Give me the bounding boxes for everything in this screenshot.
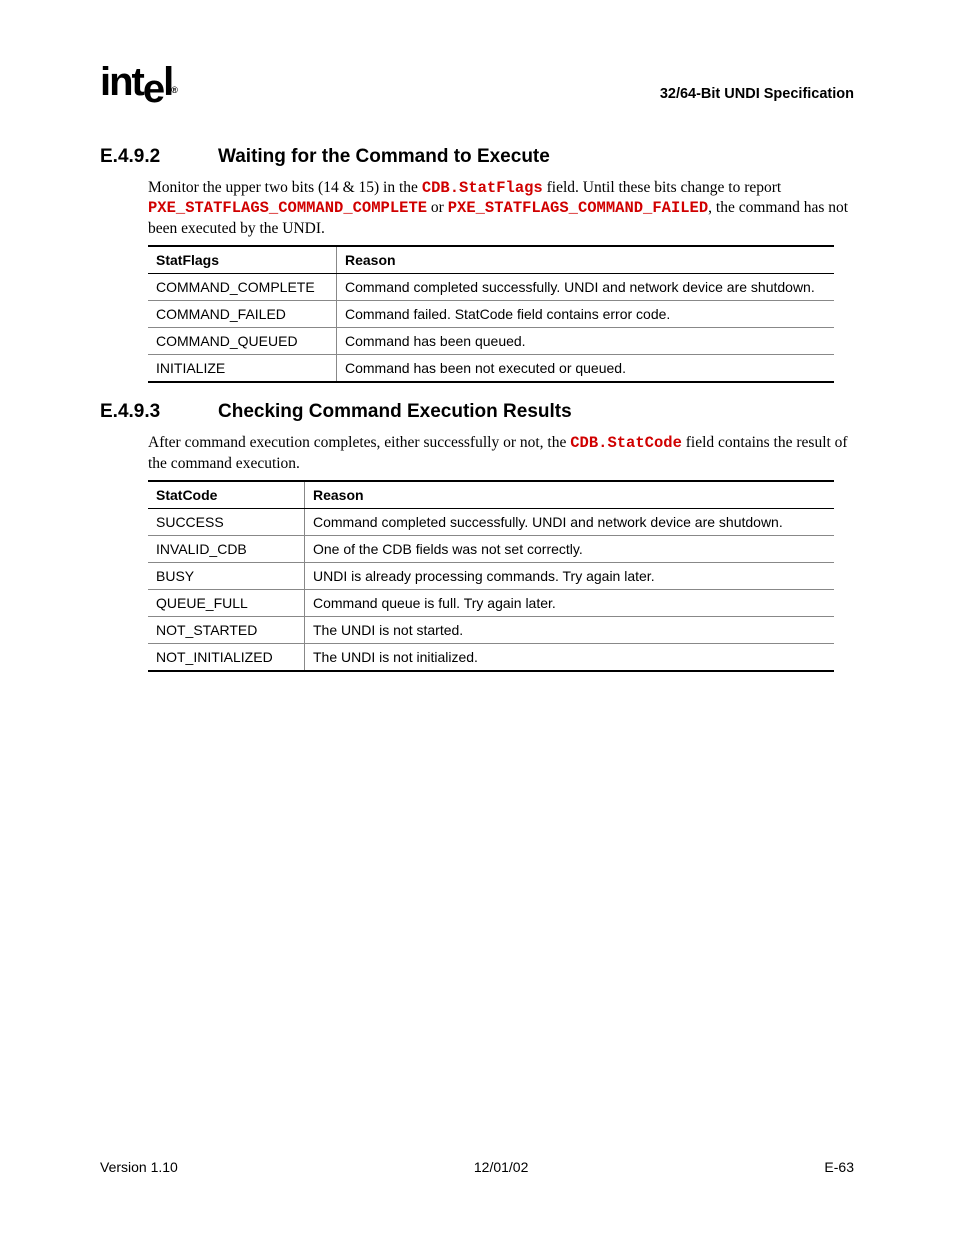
cell-reason: Command completed successfully. UNDI and… — [337, 274, 835, 301]
table-row: COMMAND_FAILEDCommand failed. StatCode f… — [148, 301, 834, 328]
cell-reason: Command failed. StatCode field contains … — [337, 301, 835, 328]
table-header-row: StatCode Reason — [148, 481, 834, 509]
cell-statcode: NOT_INITIALIZED — [148, 644, 305, 672]
section-heading-checking: E.4.9.3Checking Command Execution Result… — [100, 401, 854, 423]
table-row: NOT_STARTEDThe UNDI is not started. — [148, 617, 834, 644]
page-header: intel® 32/64-Bit UNDI Specification — [100, 62, 854, 102]
col-header-reason: Reason — [305, 481, 835, 509]
cell-reason: Command queue is full. Try again later. — [305, 590, 835, 617]
table-row: SUCCESSCommand completed successfully. U… — [148, 509, 834, 536]
cell-reason: Command has been not executed or queued. — [337, 355, 835, 383]
cell-reason: One of the CDB fields was not set correc… — [305, 536, 835, 563]
text-fragment: field. Until these bits change to report — [543, 179, 781, 196]
section-title: Checking Command Execution Results — [218, 401, 572, 422]
section-number: E.4.9.3 — [100, 401, 218, 423]
section-heading-waiting: E.4.9.2Waiting for the Command to Execut… — [100, 146, 854, 168]
page-footer: Version 1.10 12/01/02 E-63 — [100, 1159, 854, 1175]
table-row: QUEUE_FULLCommand queue is full. Try aga… — [148, 590, 834, 617]
cell-reason: The UNDI is not started. — [305, 617, 835, 644]
text-fragment: or — [427, 199, 448, 216]
table-row: INVALID_CDBOne of the CDB fields was not… — [148, 536, 834, 563]
table-row: NOT_INITIALIZEDThe UNDI is not initializ… — [148, 644, 834, 672]
code-cdb-statcode: CDB.StatCode — [570, 434, 682, 452]
cell-statcode: BUSY — [148, 563, 305, 590]
cell-statflags: COMMAND_FAILED — [148, 301, 337, 328]
cell-statcode: SUCCESS — [148, 509, 305, 536]
table-row: INITIALIZECommand has been not executed … — [148, 355, 834, 383]
table-row: COMMAND_QUEUEDCommand has been queued. — [148, 328, 834, 355]
table-row: BUSYUNDI is already processing commands.… — [148, 563, 834, 590]
col-header-statflags: StatFlags — [148, 246, 337, 274]
cell-statcode: QUEUE_FULL — [148, 590, 305, 617]
col-header-reason: Reason — [337, 246, 835, 274]
table-header-row: StatFlags Reason — [148, 246, 834, 274]
text-fragment: After command execution completes, eithe… — [148, 434, 570, 451]
section-title: Waiting for the Command to Execute — [218, 146, 550, 167]
statflags-table: StatFlags Reason COMMAND_COMPLETECommand… — [148, 245, 834, 383]
spec-title: 32/64-Bit UNDI Specification — [660, 86, 854, 102]
cell-statflags: INITIALIZE — [148, 355, 337, 383]
table-row: COMMAND_COMPLETECommand completed succes… — [148, 274, 834, 301]
cell-statflags: COMMAND_QUEUED — [148, 328, 337, 355]
intel-logo: intel® — [100, 62, 177, 102]
section1-paragraph: Monitor the upper two bits (14 & 15) in … — [148, 178, 854, 239]
section-number: E.4.9.2 — [100, 146, 218, 168]
footer-page-number: E-63 — [824, 1159, 854, 1175]
cell-reason: The UNDI is not initialized. — [305, 644, 835, 672]
cell-reason: Command completed successfully. UNDI and… — [305, 509, 835, 536]
cell-statcode: NOT_STARTED — [148, 617, 305, 644]
text-fragment: Monitor the upper two bits (14 & 15) in … — [148, 179, 422, 196]
footer-version: Version 1.10 — [100, 1159, 178, 1175]
footer-date: 12/01/02 — [474, 1159, 529, 1175]
cell-statcode: INVALID_CDB — [148, 536, 305, 563]
col-header-statcode: StatCode — [148, 481, 305, 509]
code-statflags-failed: PXE_STATFLAGS_COMMAND_FAILED — [448, 199, 708, 217]
code-statflags-complete: PXE_STATFLAGS_COMMAND_COMPLETE — [148, 199, 427, 217]
cell-reason: Command has been queued. — [337, 328, 835, 355]
cell-reason: UNDI is already processing commands. Try… — [305, 563, 835, 590]
code-cdb-statflags: CDB.StatFlags — [422, 179, 543, 197]
section2-paragraph: After command execution completes, eithe… — [148, 433, 854, 474]
cell-statflags: COMMAND_COMPLETE — [148, 274, 337, 301]
document-page: intel® 32/64-Bit UNDI Specification E.4.… — [0, 0, 954, 672]
statcode-table: StatCode Reason SUCCESSCommand completed… — [148, 480, 834, 672]
